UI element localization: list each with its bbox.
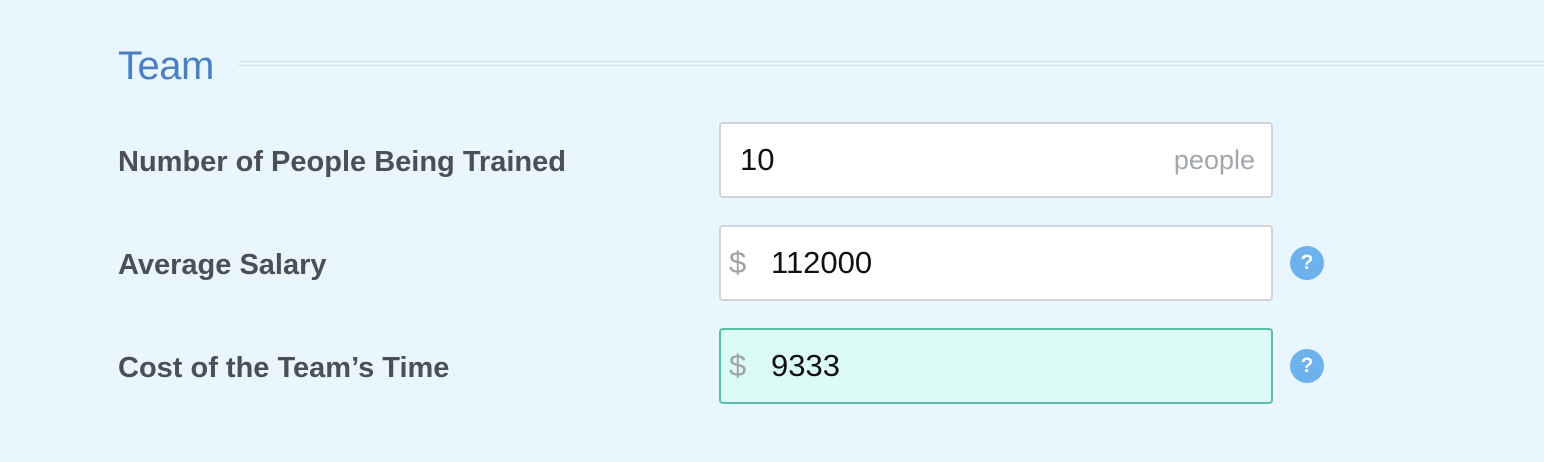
team-time-cost-label: Cost of the Team’s Time [118,352,450,384]
team-time-cost-value: 9333 [771,348,840,383]
section-divider [238,61,1544,66]
team-time-cost-help-icon[interactable]: ? [1290,349,1324,383]
people-trained-input[interactable]: 10 people [719,122,1273,198]
average-salary-value: 112000 [771,245,873,280]
people-trained-label: Number of People Being Trained [118,146,566,178]
team-time-cost-output[interactable]: $ 9333 [719,328,1273,404]
section-header: Team [118,38,1544,94]
people-unit-suffix: people [1173,144,1255,175]
average-salary-help-icon[interactable]: ? [1290,246,1324,280]
average-salary-input[interactable]: $ 112000 [719,225,1273,301]
section-title: Team [118,44,214,88]
people-trained-value: 10 [740,142,775,177]
average-salary-label: Average Salary [118,249,327,281]
currency-prefix: $ [729,245,747,280]
currency-prefix: $ [729,348,747,383]
